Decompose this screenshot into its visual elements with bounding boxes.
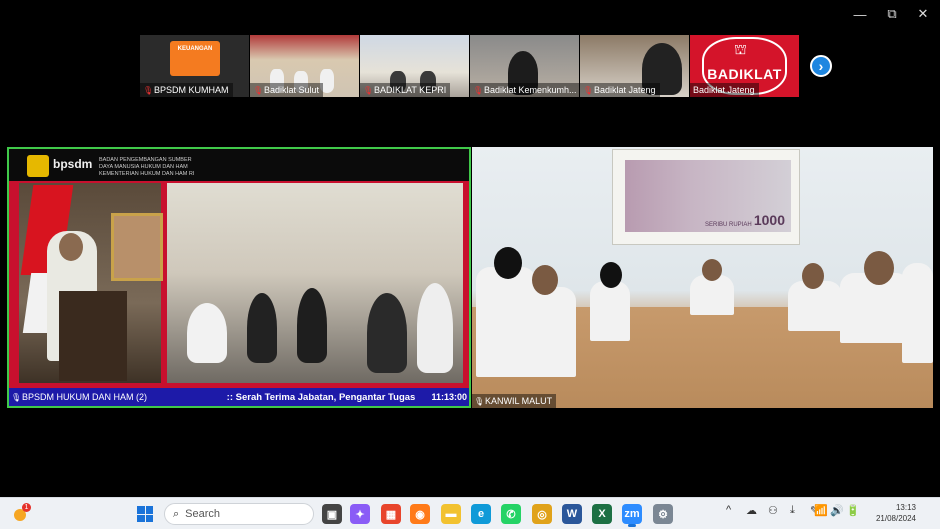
volume-icon[interactable]: 🔊 [830,504,844,517]
zoom-icon[interactable]: zm [622,504,642,524]
excel-icon[interactable]: X [592,504,612,524]
main-video-right[interactable]: SERIBU RUPIAH 1000 🎙 KANWIL MALUT [472,147,933,408]
participant-name: 🎙 Badiklat Kemenkumh... [470,83,579,97]
muted-mic-icon: 🎙 [143,85,154,95]
kemenkumham-logo [27,155,49,177]
copilot-icon[interactable]: ✦ [350,504,370,524]
download-icon[interactable]: ⤓ [790,504,795,517]
network-meter-icon[interactable]: ⚇ [768,504,778,517]
edge-icon[interactable]: e [471,504,491,524]
participant-tile[interactable]: 🎙 BADIKLAT KEPRI [360,35,469,97]
minimize-button[interactable]: — [850,6,870,22]
participant-tile[interactable]: 🎙 Badiklat Jateng [580,35,689,97]
audience-video-pane [167,183,463,383]
participant-name: BPSDM HUKUM DAN HAM (2) [22,392,148,402]
onedrive-icon[interactable]: ☁ [746,504,757,517]
close-button[interactable]: ✕ [913,6,933,22]
participant-name: Badiklat Jateng [690,83,759,97]
whatsapp-icon[interactable]: ✆ [501,504,521,524]
clock-time: 13:13 [895,503,916,512]
news-ticker: :: Serah Terima Jabatan, Pengantar Tugas [226,391,416,403]
muted-mic-icon: 🎙 [583,85,594,95]
mic-icon: 🎙 [474,396,485,406]
settings-icon[interactable]: ⚙ [653,504,673,524]
org-name: BADAN PENGEMBANGAN SUMBER DAYA MANUSIA H… [99,157,195,177]
battery-icon[interactable]: 🔋 [846,504,860,517]
task-view-icon[interactable]: ▣ [322,504,342,524]
bpsdm-logo-text: bpsdm [53,157,93,171]
taskbar: 1 ⌕ Search ▣ ✦ ▦ ◉ ▬ e ✆ ◎ W Xzm ⚙ ^ ☁ ⚇ ⤓ ✎ 📶 🔊 🔋 [0,497,940,529]
participant-tile[interactable]: ⛫ BADIKLAT Badiklat Jateng [690,35,799,97]
search-placeholder: Search [185,508,221,520]
mic-icon: 🎙 [11,392,22,402]
banknote-text: SERIBU RUPIAH [705,222,752,228]
banknote-frame: SERIBU RUPIAH 1000 [612,149,800,245]
wifi-icon[interactable]: 📶 [814,504,828,517]
system-clock[interactable]: 13:13 21/08/2024 [862,502,916,524]
file-explorer-icon[interactable]: ▬ [441,504,461,524]
chrome-icon[interactable]: ◎ [532,504,552,524]
podium [59,291,127,381]
word-icon[interactable]: W [562,504,582,524]
participant-name: 🎙 BADIKLAT KEPRI [360,83,451,97]
participant-name: 🎙 KANWIL MALUT [472,394,557,408]
badiklat-logo-text: BADIKLAT [707,66,782,82]
video-header-banner: bpsdm BADAN PENGEMBANGAN SUMBER DAYA MAN… [9,149,469,181]
participant-strip: KEUANGAN 🎙 BPSDM KUMHAM 🎙 Badiklat Sulut 🎙… [140,35,799,97]
participant-tile[interactable]: 🎙 Badiklat Sulut [250,35,359,97]
maximize-button[interactable]: ⧉ [882,6,902,22]
speaker-video-pane [19,183,163,383]
participant-name: 🎙 Badiklat Jateng [580,83,660,97]
banknote-value: 1000 [753,212,785,228]
clock-date: 21/08/2024 [875,514,916,523]
participant-tile[interactable]: KEUANGAN 🎙 BPSDM KUMHAM [140,35,249,97]
firefox-icon[interactable]: ◉ [410,504,430,524]
store-icon[interactable]: ▦ [381,504,401,524]
show-hidden-icons-icon[interactable]: ^ [726,504,731,516]
participant-name: 🎙 BPSDM KUMHAM [140,83,233,97]
portrait-frame [111,213,163,281]
badiklat-emblem-icon: ⛫ [734,41,747,57]
participant-tile[interactable]: 🎙 Badiklat Kemenkumh... [470,35,579,97]
search-icon: ⌕ [173,507,180,520]
keuangan-logo: KEUANGAN [170,41,220,76]
participant-name: 🎙 Badiklat Sulut [250,83,324,97]
notification-badge: 1 [22,503,31,512]
start-button[interactable] [137,506,153,522]
search-box[interactable]: ⌕ Search [164,503,314,525]
ticker-clock: 11:13:00 [429,392,469,402]
weather-widget[interactable]: 1 [12,503,32,523]
main-video-left[interactable]: bpsdm BADAN PENGEMBANGAN SUMBER DAYA MAN… [7,147,471,408]
muted-mic-icon: 🎙 [363,85,374,95]
muted-mic-icon: 🎙 [473,85,484,95]
video-footer-bar: 🎙 BPSDM HUKUM DAN HAM (2) :: Serah Terima… [9,388,469,406]
muted-mic-icon: 🎙 [253,85,264,95]
next-page-arrow-icon[interactable]: › [810,55,832,77]
active-app-indicator [628,524,636,527]
